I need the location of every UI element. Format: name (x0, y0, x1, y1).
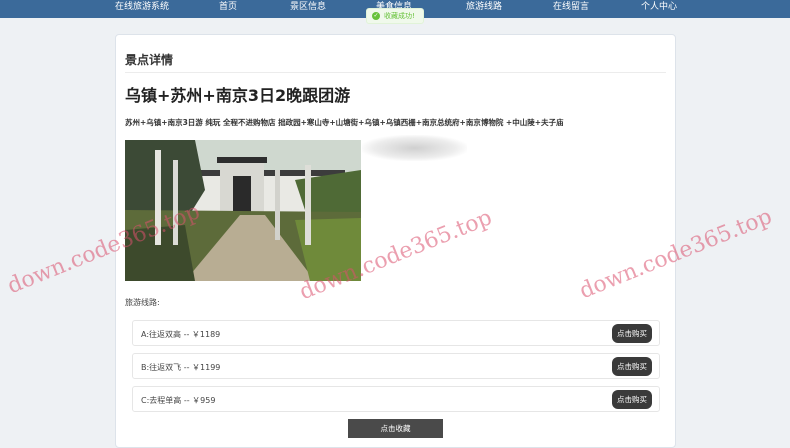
divider (125, 72, 666, 73)
nav-item-scenic-info[interactable]: 景区信息 (290, 0, 326, 18)
favorite-button[interactable]: 点击收藏 (348, 419, 443, 438)
nav-item-travel-routes[interactable]: 旅游线路 (466, 0, 502, 18)
nav-item-personal-center[interactable]: 个人中心 (641, 0, 677, 18)
scenic-photo (125, 140, 361, 281)
success-toast: ✓ 收藏成功! (366, 8, 424, 24)
spot-description: 苏州+乌镇+南京3日游 纯玩 全程不进购物店 拙政园+寒山寺+山塘街+乌镇+乌镇… (125, 118, 564, 127)
section-title: 景点详情 (125, 53, 174, 67)
buy-button[interactable]: 点击购买 (612, 390, 652, 409)
nav-item-messages[interactable]: 在线留言 (553, 0, 589, 18)
detail-card: 景点详情 乌镇+苏州+南京3日2晚跟团游 苏州+乌镇+南京3日游 纯玩 全程不进… (115, 34, 676, 448)
route-text: A:往返双高 -- ￥1189 (141, 330, 221, 339)
site-title[interactable]: 在线旅游系统 (115, 0, 169, 18)
route-item: C:去程单高 -- ￥959 点击购买 (132, 386, 660, 412)
buy-button[interactable]: 点击购买 (612, 324, 652, 343)
spot-title: 乌镇+苏州+南京3日2晚跟团游 (125, 86, 351, 105)
buy-button[interactable]: 点击购买 (612, 357, 652, 376)
route-item: B:往返双飞 -- ￥1199 点击购买 (132, 353, 660, 379)
route-text: B:往返双飞 -- ￥1199 (141, 363, 221, 372)
blurred-overlay (362, 135, 467, 161)
check-circle-icon: ✓ (372, 12, 380, 20)
routes-label: 旅游线路: (125, 298, 160, 307)
route-item: A:往返双高 -- ￥1189 点击购买 (132, 320, 660, 346)
route-text: C:去程单高 -- ￥959 (141, 396, 216, 405)
nav-item-home[interactable]: 首页 (219, 0, 237, 18)
toast-text: 收藏成功! (384, 12, 415, 20)
